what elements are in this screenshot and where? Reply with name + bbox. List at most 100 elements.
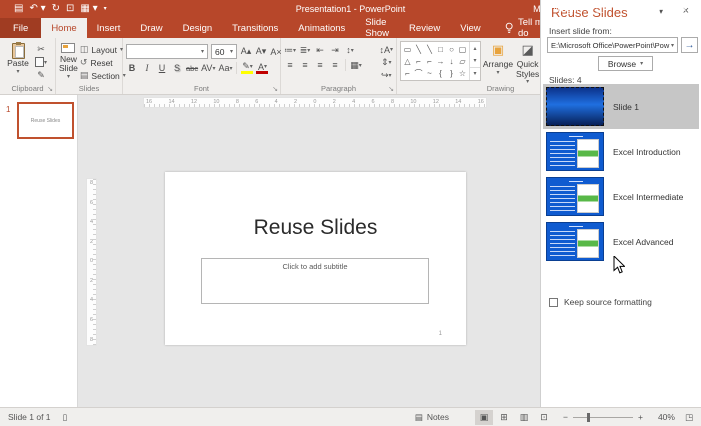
new-slide-button[interactable]: New Slide ▾ [59,41,78,81]
highlight-color-button[interactable]: ✎▾ [241,63,253,74]
bold-button[interactable]: B [126,62,138,74]
paragraph-dialog-launcher-icon[interactable]: ↘ [388,85,394,93]
character-spacing-button[interactable]: AV▾ [201,62,215,74]
reusable-slide-slide-1[interactable]: Slide 1 [543,84,699,129]
strikethrough-button[interactable]: abc [186,62,198,74]
undo-icon[interactable]: ↶ ▾ [29,0,45,18]
zoom-slider-thumb[interactable] [587,413,590,422]
justify-button[interactable]: ≡ [329,59,341,71]
slide1-thumbnail[interactable]: Reuse Slides [17,102,74,139]
zoom-in-button[interactable]: + [638,412,643,422]
grow-font-button[interactable]: A▴ [240,46,252,58]
text-shadow-button[interactable]: S [171,62,183,74]
ribbon-display-options-icon[interactable]: ◫ [593,4,607,15]
save-icon[interactable]: ▤ [14,0,23,18]
shape-1-0[interactable]: △ [402,55,413,67]
align-center-button[interactable]: ≡ [299,59,311,71]
increase-indent-button[interactable]: ⇥ [329,44,341,56]
bullets-button[interactable]: ≔▾ [284,44,296,56]
reset-button[interactable]: ↺Reset [80,57,126,68]
fit-slide-icon[interactable]: ◳ [685,412,693,423]
section-button[interactable]: ▤Section▾ [80,70,126,81]
browse-button[interactable]: Browse ▾ [598,56,653,71]
font-size-combobox[interactable]: 60 ▾ [211,44,237,59]
restore-button[interactable]: ▢ [649,4,663,15]
shape-2-5[interactable]: ☆ [457,67,468,79]
cut-button[interactable]: ✂ [35,44,47,55]
font-dialog-launcher-icon[interactable]: ↘ [272,85,278,93]
notes-button[interactable]: ▤ Notes [415,412,449,423]
align-text-button[interactable]: ⇕▾ [379,57,393,68]
shape-0-0[interactable]: ▭ [402,43,413,55]
shape-2-2[interactable]: ~ [424,67,435,79]
slide-sorter-view-button[interactable]: ⊞ [495,410,513,425]
underline-button[interactable]: U [156,62,168,74]
shape-1-4[interactable]: ↓ [446,55,457,67]
customize-qat-icon[interactable]: ▾ [104,0,107,18]
slide-canvas[interactable]: Reuse Slides Click to add subtitle 1 [165,172,466,345]
zoom-slider[interactable] [573,417,633,418]
start-from-beginning-icon[interactable]: ⊡ [66,0,74,18]
shape-1-3[interactable]: → [435,55,446,67]
slide-title-text[interactable]: Reuse Slides [165,216,466,240]
italic-button[interactable]: I [141,62,153,74]
keep-source-formatting[interactable]: Keep source formatting [549,297,652,307]
reusable-slide-excel-introduction[interactable]: Excel Introduction [543,129,699,174]
reading-view-button[interactable]: ▥ [515,410,533,425]
slide-layout-icon[interactable]: ▦ ▾ [80,0,97,18]
gallery-more-icon[interactable]: ▾ [470,67,480,80]
format-painter-button[interactable]: ✎ [35,70,47,81]
shape-1-5[interactable]: ▱ [457,55,468,67]
numbering-button[interactable]: ≣▾ [299,44,311,56]
redo-icon[interactable]: ↻ [52,0,60,18]
copy-button[interactable]: ▾ [35,57,47,68]
line-spacing-button[interactable]: ↕▾ [344,44,356,56]
minimize-button[interactable]: — [621,4,635,14]
close-button[interactable]: × [677,4,691,14]
shape-0-4[interactable]: ○ [446,43,457,55]
go-button[interactable]: → [681,37,698,53]
shape-0-2[interactable]: ╲ [424,43,435,55]
columns-button[interactable]: ▦▾ [350,59,362,71]
shape-1-1[interactable]: ⌐ [413,55,424,67]
tab-home[interactable]: Home [41,18,86,38]
clipboard-dialog-launcher-icon[interactable]: ↘ [47,85,53,93]
shape-2-4[interactable]: } [446,67,457,79]
decrease-indent-button[interactable]: ⇤ [314,44,326,56]
font-family-combobox[interactable]: ▾ [126,44,208,59]
align-right-button[interactable]: ≡ [314,59,326,71]
reusable-slide-excel-intermediate[interactable]: Excel Intermediate [543,174,699,219]
tab-slide-show[interactable]: Slide Show [355,18,399,38]
tab-review[interactable]: Review [399,18,450,38]
shape-1-2[interactable]: ⌐ [424,55,435,67]
shrink-font-button[interactable]: A▾ [255,46,267,58]
accessibility-icon[interactable]: ▯ [63,412,68,423]
change-case-button[interactable]: Aa▾ [218,62,232,74]
zoom-out-button[interactable]: − [563,412,568,422]
arrange-button[interactable]: ▣ Arrange ▾ [483,41,513,81]
paste-button[interactable]: Paste ▾ [3,41,33,81]
slideshow-view-button[interactable]: ⊡ [535,410,553,425]
normal-view-button[interactable]: ▣ [475,410,493,425]
tab-transitions[interactable]: Transitions [222,18,288,38]
align-left-button[interactable]: ≡ [284,59,296,71]
layout-button[interactable]: ◫Layout▾ [80,44,126,55]
shape-2-3[interactable]: { [435,67,446,79]
shape-0-1[interactable]: ╲ [413,43,424,55]
quick-styles-button[interactable]: ◪ Quick Styles ▾ [515,41,540,81]
shape-2-0[interactable]: ⌐ [402,67,413,79]
text-direction-button[interactable]: ↕A▾ [379,44,393,55]
tab-design[interactable]: Design [173,18,223,38]
tab-draw[interactable]: Draw [130,18,172,38]
shape-2-1[interactable]: ⌒ [413,67,424,79]
font-color-button[interactable]: A▾ [256,63,268,74]
checkbox-unchecked[interactable] [549,298,558,307]
shape-0-5[interactable]: ▢ [457,43,468,55]
tab-insert[interactable]: Insert [87,18,131,38]
convert-to-smartart-button[interactable]: ↪▾ [379,70,393,81]
shape-0-3[interactable]: □ [435,43,446,55]
tab-view[interactable]: View [450,18,490,38]
scroll-up-icon[interactable]: ▴ [470,42,480,54]
subtitle-placeholder[interactable]: Click to add subtitle [201,258,429,304]
user-name[interactable]: Matt Wright [533,4,579,14]
